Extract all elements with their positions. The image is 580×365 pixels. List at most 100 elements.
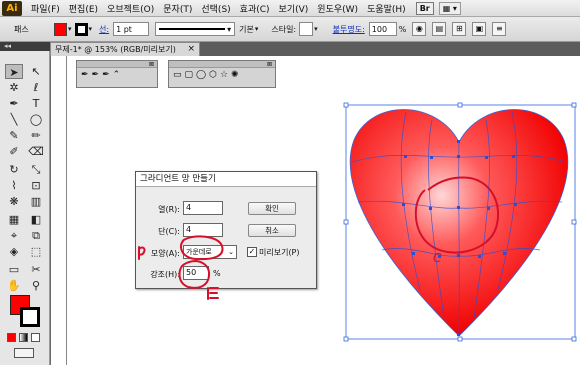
- panel-close-icon[interactable]: ⊠: [169, 61, 275, 68]
- arrange-documents-button[interactable]: ▦ ▾: [438, 1, 461, 15]
- panel-close-icon[interactable]: ⊠: [77, 61, 157, 68]
- menu-object[interactable]: 오브젝트(O): [107, 2, 154, 15]
- recolor-artwork-icon[interactable]: ◉: [412, 22, 427, 36]
- pen-tool-icon[interactable]: ✒: [5, 96, 23, 111]
- paintbrush-tool-icon[interactable]: ✎: [5, 128, 23, 143]
- preview-label: 미리보기(P): [259, 248, 300, 257]
- menu-help[interactable]: 도움말(H): [367, 2, 406, 15]
- rectangle-tool-icon[interactable]: ▭: [173, 70, 182, 80]
- eraser-tool-icon[interactable]: ⌫: [27, 144, 45, 159]
- highlight-unit: %: [213, 269, 221, 278]
- cancel-button[interactable]: 취소: [248, 224, 296, 237]
- line-tool-icon[interactable]: ╲: [5, 112, 23, 127]
- align-icon[interactable]: ▤: [432, 22, 447, 36]
- direct-selection-tool-icon[interactable]: ↖: [27, 64, 45, 79]
- chevron-down-icon[interactable]: ▾: [68, 25, 72, 33]
- chevron-down-icon[interactable]: ▾: [89, 25, 93, 33]
- menu-type[interactable]: 문자(T): [163, 2, 192, 15]
- graphic-style-swatch[interactable]: [299, 22, 314, 36]
- stroke-color-box[interactable]: [20, 307, 40, 327]
- document-tab[interactable]: 무제-1* @ 153% (RGB/미리보기) ×: [50, 42, 200, 56]
- shape-tools-panel: ⊠ ▭ ▢ ◯ ⬡ ☆ ✺: [168, 60, 276, 88]
- brush-definition-label[interactable]: 기본: [239, 24, 254, 35]
- scale-tool-icon[interactable]: ⤡: [27, 162, 45, 177]
- live-paint-selection-tool-icon[interactable]: ⬚: [27, 244, 45, 259]
- blob-brush-tool-icon[interactable]: ✐: [5, 144, 23, 159]
- ellipse-tool-icon[interactable]: ◯: [27, 112, 45, 127]
- flare-tool-icon[interactable]: ✺: [231, 70, 239, 80]
- stroke-panel-link[interactable]: 선:: [99, 24, 109, 35]
- menu-bar: Ai 파일(F) 편집(E) 오브젝트(O) 문자(T) 선택(S) 효과(C)…: [0, 0, 580, 17]
- app-logo: Ai: [2, 0, 22, 16]
- polygon-tool-icon[interactable]: ⬡: [209, 70, 217, 80]
- gradient-mode-icon[interactable]: [19, 333, 28, 342]
- variable-width-profile-dropdown[interactable]: ▾: [155, 22, 236, 36]
- pencil-tool-icon[interactable]: ✏: [27, 128, 45, 143]
- style-label: 스타일:: [271, 24, 297, 34]
- rounded-rectangle-tool-icon[interactable]: ▢: [185, 70, 194, 80]
- menu-select[interactable]: 선택(S): [201, 2, 230, 15]
- none-mode-icon[interactable]: [31, 333, 40, 342]
- rotate-tool-icon[interactable]: ↻: [5, 162, 23, 177]
- tools-panel: ➤ ↖ ✲ ℓ ✒ T ╲ ◯ ✎ ✏ ✐ ⌫ ↻ ⤡ ⌇ ⊡ ❋ ▥ ▦ ◧ ⌖ ⧉ ◈ ⬚ ▭ ✂ ✋…: [0, 51, 50, 365]
- rows-label: 열(R):: [158, 205, 180, 214]
- live-paint-tool-icon[interactable]: ◈: [5, 244, 23, 259]
- selection-tool-icon[interactable]: ➤: [5, 64, 23, 79]
- symbol-sprayer-tool-icon[interactable]: ❋: [5, 194, 23, 209]
- panel-menu-icon[interactable]: ≡: [492, 22, 507, 36]
- isolate-icon[interactable]: ▣: [472, 22, 487, 36]
- slice-tool-icon[interactable]: ✂: [27, 262, 45, 277]
- opacity-field[interactable]: 100: [368, 22, 397, 36]
- line-preview: [159, 28, 226, 30]
- highlight-label: 강조(H):: [150, 270, 180, 279]
- color-mode-buttons: [7, 333, 40, 342]
- chevron-down-icon: ▾: [227, 24, 232, 34]
- fill-color-swatch[interactable]: [54, 22, 67, 36]
- blend-tool-icon[interactable]: ⧉: [27, 228, 45, 243]
- eyedropper-tool-icon[interactable]: ⌖: [5, 228, 23, 243]
- control-bar: 패스 ▾ ▾ 선: 1 pt ▾ 기본 ▾ 스타일: ▾ 불투명도: 100 %…: [0, 17, 580, 42]
- stroke-weight-field[interactable]: 1 pt: [113, 22, 150, 36]
- ellipse-tool-icon[interactable]: ◯: [196, 70, 206, 80]
- mesh-tool-icon[interactable]: ▦: [5, 212, 23, 227]
- rows-input[interactable]: 4: [183, 201, 223, 215]
- free-transform-tool-icon[interactable]: ⊡: [27, 178, 45, 193]
- ok-button[interactable]: 확인: [248, 202, 296, 215]
- zoom-tool-icon[interactable]: ⚲: [27, 278, 45, 293]
- document-tab-title: 무제-1* @ 153% (RGB/미리보기): [55, 45, 176, 54]
- screen-mode-icon[interactable]: [14, 348, 34, 358]
- add-anchor-point-icon[interactable]: ✒: [92, 70, 100, 80]
- warp-tool-icon[interactable]: ⌇: [5, 178, 23, 193]
- convert-anchor-point-icon[interactable]: ⌃: [113, 70, 121, 80]
- hand-tool-icon[interactable]: ✋: [5, 278, 23, 293]
- delete-anchor-point-icon[interactable]: ✒: [102, 70, 110, 80]
- type-tool-icon[interactable]: T: [27, 96, 45, 111]
- star-tool-icon[interactable]: ☆: [220, 70, 228, 80]
- menu-file[interactable]: 파일(F): [31, 2, 60, 15]
- close-icon[interactable]: ×: [187, 43, 195, 56]
- menu-effect[interactable]: 효과(C): [240, 2, 270, 15]
- highlight-input[interactable]: 50: [183, 266, 209, 280]
- chevron-down-icon[interactable]: ▾: [314, 25, 318, 33]
- menu-edit[interactable]: 편집(E): [69, 2, 98, 15]
- gradient-tool-icon[interactable]: ◧: [27, 212, 45, 227]
- document-tab-bar: 무제-1* @ 153% (RGB/미리보기) ×: [50, 42, 580, 56]
- opacity-panel-link[interactable]: 불투명도:: [333, 24, 365, 35]
- preview-checkbox[interactable]: ✓: [247, 247, 257, 257]
- appearance-select[interactable]: 가운데로 ⌄: [183, 245, 237, 259]
- menu-view[interactable]: 보기(V): [279, 2, 309, 15]
- bridge-button[interactable]: Br: [415, 1, 434, 15]
- columns-input[interactable]: 4: [183, 223, 223, 237]
- lasso-tool-icon[interactable]: ℓ: [27, 80, 45, 95]
- transform-icon[interactable]: ⊞: [452, 22, 467, 36]
- magic-wand-tool-icon[interactable]: ✲: [5, 80, 23, 95]
- color-mode-icon[interactable]: [7, 333, 16, 342]
- opacity-unit: %: [398, 24, 407, 34]
- chevron-down-icon[interactable]: ▾: [255, 25, 259, 33]
- pen-tool-icon[interactable]: ✒: [81, 70, 89, 80]
- menu-window[interactable]: 윈도우(W): [317, 2, 358, 15]
- artboard-tool-icon[interactable]: ▭: [5, 262, 23, 277]
- graph-tool-icon[interactable]: ▥: [27, 194, 45, 209]
- stroke-color-swatch[interactable]: [74, 22, 88, 36]
- tools-panel-header[interactable]: ◂◂: [0, 42, 50, 51]
